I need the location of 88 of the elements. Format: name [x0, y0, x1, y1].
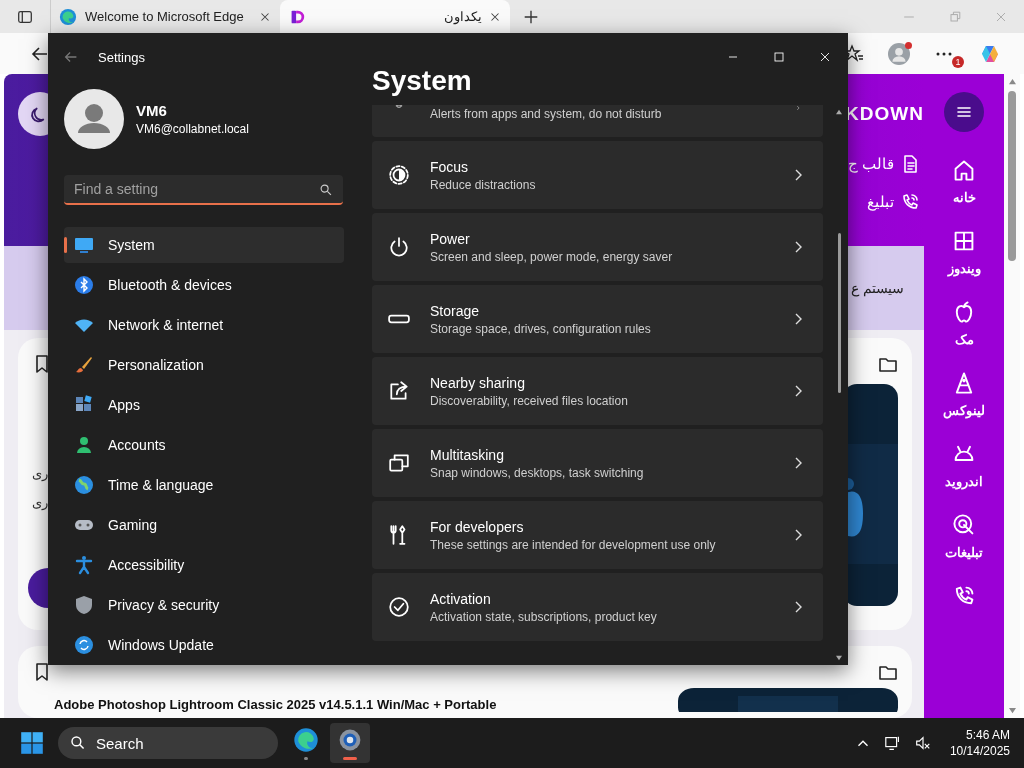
- settings-row[interactable]: Alerts from apps and system, do not disturb: [372, 105, 823, 137]
- settings-row[interactable]: Storage Storage space, drives, configuration rules: [372, 285, 823, 353]
- nav-icon: [952, 229, 976, 253]
- post-meta: ری: [32, 495, 48, 510]
- settings-nav-item[interactable]: Accessibility: [64, 547, 344, 583]
- banner-text: سیستم ع: [851, 280, 904, 296]
- chevron-icon: [793, 311, 803, 327]
- chevron-icon: [793, 599, 803, 615]
- setting-icon: [388, 380, 410, 402]
- header-link[interactable]: قالب ج: [847, 155, 894, 173]
- tab-title: Welcome to Microsoft Edge: [85, 9, 245, 24]
- settings-nav-item[interactable]: Bluetooth & devices: [64, 267, 344, 303]
- nav-item[interactable]: خانه: [952, 158, 976, 205]
- nav-item[interactable]: ویندوز: [947, 229, 981, 276]
- settings-nav-item[interactable]: Accounts: [64, 427, 344, 463]
- avatar-icon: [64, 89, 124, 149]
- user-name: VM6: [136, 102, 168, 119]
- settings-row[interactable]: Focus Reduce distractions: [372, 141, 823, 209]
- copilot-icon[interactable]: [980, 43, 1000, 64]
- nav-item[interactable]: اندروید: [945, 442, 983, 489]
- setting-icon: [388, 236, 410, 258]
- taskbar-app[interactable]: [330, 723, 370, 763]
- settings-nav-item[interactable]: Network & internet: [64, 307, 344, 343]
- setting-icon: [388, 164, 410, 186]
- setting-icon: [388, 452, 410, 474]
- settings-nav-item[interactable]: System: [64, 227, 344, 263]
- chevron-icon: [793, 455, 803, 471]
- search-icon: [70, 735, 86, 751]
- start-icon[interactable]: [20, 731, 44, 755]
- chevron-icon: [793, 167, 803, 183]
- scrollbar[interactable]: [1004, 74, 1020, 718]
- post-meta: ری: [32, 466, 48, 481]
- settings-row[interactable]: Activation Activation state, subscriptions, product key: [372, 573, 823, 641]
- taskbar-search[interactable]: Search: [58, 727, 278, 759]
- muted-speaker-icon[interactable]: [913, 734, 932, 752]
- window-title: Settings: [98, 49, 145, 65]
- settings-nav-item[interactable]: Gaming: [64, 507, 344, 543]
- settings-nav-item[interactable]: Windows Update: [64, 627, 344, 663]
- clock-time[interactable]: 5:46 AM: [965, 728, 1010, 742]
- settings-nav-item[interactable]: Apps: [64, 387, 344, 423]
- settings-row[interactable]: Nearby sharing Discoverability, received files location: [372, 357, 823, 425]
- notification-badge: 1: [952, 55, 964, 68]
- page-heading: System: [372, 65, 473, 98]
- scroll-up-icon[interactable]: [835, 109, 843, 115]
- scroll-down-icon[interactable]: [835, 655, 843, 661]
- settings-row[interactable]: Multitasking Snap windows, desktops, task switching: [372, 429, 823, 497]
- nav-item[interactable]: تبلیغات: [945, 513, 983, 560]
- scroll-thumb[interactable]: [1008, 91, 1016, 261]
- settings-row[interactable]: For developers These settings are intended for development use only: [372, 501, 823, 569]
- tab-title: یکداون: [443, 9, 482, 24]
- profile-button[interactable]: [888, 42, 910, 65]
- chevron-icon: [793, 383, 803, 399]
- nav-icon: [952, 513, 976, 537]
- app-icon: [293, 726, 319, 753]
- category-icon: [74, 275, 94, 295]
- category-icon: [74, 475, 94, 495]
- clock-date[interactable]: 10/14/2025: [949, 744, 1010, 758]
- network-icon[interactable]: [883, 734, 902, 752]
- chevron-icon: [793, 239, 803, 255]
- category-icon: [74, 355, 94, 375]
- category-icon: [74, 235, 94, 255]
- maximize-icon[interactable]: [771, 49, 787, 65]
- chevron-icon: [793, 527, 803, 543]
- settings-nav-item[interactable]: Time & language: [64, 467, 344, 503]
- nav-icon: [952, 158, 976, 182]
- search-icon: [319, 183, 333, 197]
- settings-nav-item[interactable]: Personalization: [64, 347, 344, 383]
- nav-item[interactable]: مک: [952, 300, 976, 347]
- user-email: VM6@collabnet.local: [136, 122, 249, 136]
- settings-row[interactable]: Power Screen and sleep, power mode, energy saver: [372, 213, 823, 281]
- menu-button[interactable]: [944, 92, 984, 132]
- category-icon: [74, 435, 94, 455]
- header-link[interactable]: تبلیغ: [867, 193, 894, 211]
- post-title[interactable]: Adobe Photoshop Lightroom Classic 2025 v14.5.1.1 Win/Mac + Portable: [54, 697, 497, 712]
- avatar-icon: [888, 42, 910, 65]
- nav-item[interactable]: لینوکس: [943, 371, 985, 418]
- scroll-up-icon[interactable]: [1007, 78, 1017, 85]
- category-icon: [74, 555, 94, 575]
- search-field[interactable]: Find a setting: [64, 175, 343, 205]
- settings-nav-item[interactable]: Privacy & security: [64, 587, 344, 623]
- link-icon: [900, 192, 920, 212]
- setting-icon: [388, 596, 410, 618]
- favicon-icon: [59, 7, 77, 26]
- category-icon: [74, 595, 94, 615]
- category-icon: [74, 635, 94, 655]
- scroll-thumb[interactable]: [837, 233, 841, 393]
- scroll-down-icon[interactable]: [1007, 707, 1017, 714]
- browser-tab[interactable]: یکداون: [280, 0, 510, 33]
